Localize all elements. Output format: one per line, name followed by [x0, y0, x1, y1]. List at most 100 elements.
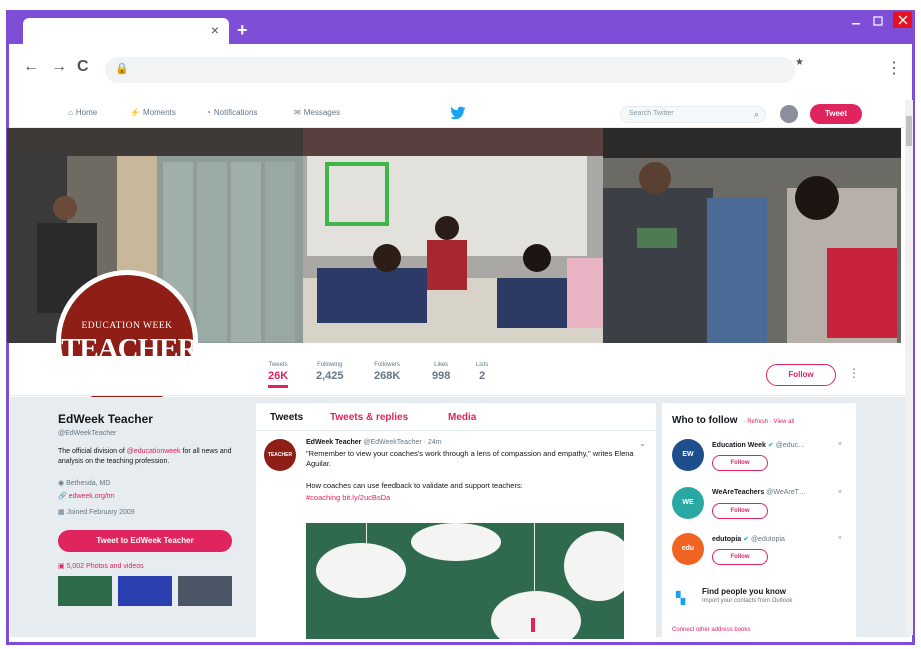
find-people-subtitle: Import your contacts from Outlook [702, 598, 793, 604]
stat-tweets-label: Tweets [268, 362, 288, 368]
tweet-button[interactable]: Tweet [810, 104, 862, 124]
forward-icon[interactable]: → [51, 58, 67, 76]
tab-tweets[interactable]: Tweets [270, 412, 303, 423]
nav-home[interactable]: ⌂ Home [68, 108, 97, 117]
calendar-icon: ▦ [58, 509, 67, 516]
verified-icon: ✔ [767, 442, 774, 449]
bio-mention-link[interactable]: @educationweek [127, 448, 181, 455]
more-options-icon[interactable]: ⋮ [848, 366, 860, 380]
profile-joined: ▦ Joined February 2009 [58, 508, 248, 516]
logo-line1: EDUCATION WEEK [81, 321, 173, 331]
connect-address-books-link[interactable]: Connect other address books [672, 627, 750, 633]
nav-notifications[interactable]: ◔ Notifications [206, 108, 257, 117]
dismiss-icon[interactable]: × [838, 441, 842, 448]
tweet-avatar[interactable]: TEACHER [264, 439, 296, 471]
suggestion-avatar[interactable]: WE [672, 487, 704, 519]
suggestion-name-text[interactable]: WeAreTeachers [712, 489, 764, 496]
tweet-text-2: How coaches can use feedback to validate… [306, 481, 523, 490]
media-thumbnails [58, 576, 248, 606]
suggestion-name: edutopia ✔ @edutopia [712, 535, 785, 543]
stat-lists[interactable]: Lists 2 [476, 362, 488, 382]
suggestion-name-text[interactable]: Education Week [712, 442, 766, 449]
speech-bubble [491, 591, 581, 639]
account-avatar[interactable] [780, 105, 798, 123]
location-icon: ◉ [58, 480, 67, 487]
follow-button[interactable]: Follow [766, 364, 836, 386]
tab-media[interactable]: Media [448, 412, 476, 423]
photos-videos-label: 5,002 Photos and videos [66, 563, 144, 570]
follow-suggestion[interactable]: WE WeAreTeachers @WeAreT… Follow × [672, 487, 852, 527]
tweet-text: "Remember to view your coaches's work th… [306, 449, 634, 468]
twitter-nav-bar: ⌂ Home ⚡ Moments ◔ Notifications ✉ Messages … [10, 100, 910, 128]
media-thumbnail[interactable] [58, 576, 112, 606]
stat-followers-label: Followers [374, 362, 400, 368]
tweet-menu-chevron-icon[interactable]: ⌄ [639, 439, 646, 448]
media-thumbnail[interactable] [178, 576, 232, 606]
profile-stats-bar: Tweets 26K Following 2,425 Followers 268… [10, 356, 910, 396]
back-icon[interactable]: ← [23, 58, 39, 76]
minimize-icon[interactable] [849, 14, 863, 26]
profile-name[interactable]: EdWeek Teacher [58, 412, 248, 426]
address-bar[interactable]: 🔒 [105, 57, 795, 83]
suggestion-avatar[interactable]: edu [672, 533, 704, 565]
nav-messages[interactable]: ✉ Messages [294, 108, 340, 117]
stat-followers[interactable]: Followers 268K [374, 362, 400, 382]
maximize-icon[interactable] [871, 14, 885, 26]
nav-messages-label: Messages [303, 108, 341, 117]
tweet-body: EdWeek Teacher @EdWeekTeacher · 24m "Rem… [306, 439, 636, 502]
nav-moments-label: Moments [142, 108, 176, 117]
lock-icon: 🔒 [115, 63, 129, 75]
suggestion-follow-button[interactable]: Follow [712, 455, 768, 471]
follow-suggestion[interactable]: edu edutopia ✔ @edutopia Follow × [672, 533, 852, 573]
twitter-bird-icon[interactable] [450, 106, 466, 123]
stat-tweets-value: 26K [268, 370, 289, 382]
suggestion-name-text[interactable]: edutopia [712, 536, 741, 543]
refresh-view-all-link[interactable]: · Refresh · View all [744, 419, 795, 425]
nav-moments[interactable]: ⚡ Moments [130, 108, 176, 117]
page-scrollbar[interactable] [905, 100, 913, 635]
tweet-author[interactable]: EdWeek Teacher [306, 439, 361, 446]
scrollbar-thumb[interactable] [906, 116, 912, 146]
stat-likes[interactable]: Likes 998 [432, 362, 450, 382]
bio-prefix: The official division of [58, 448, 127, 455]
follow-suggestion[interactable]: EW Education Week ✔ @educ… Follow × [672, 439, 852, 479]
profile-website[interactable]: 🔗 edweek.org/tm [58, 492, 248, 500]
website-link[interactable]: edweek.org/tm [69, 493, 115, 500]
reload-icon[interactable]: C [77, 58, 89, 76]
nav-home-label: Home [75, 108, 98, 117]
joined-text: Joined February 2009 [66, 509, 135, 516]
stat-tweets[interactable]: Tweets 26K [268, 362, 289, 388]
stat-following-value: 2,425 [316, 370, 344, 382]
suggestion-follow-button[interactable]: Follow [712, 503, 768, 519]
exclamation-mark [531, 618, 535, 632]
browser-tab[interactable]: × [23, 18, 229, 44]
contacts-icon: ▚ [676, 591, 686, 605]
stat-following[interactable]: Following 2,425 [316, 362, 344, 382]
suggestion-follow-button[interactable]: Follow [712, 549, 768, 565]
speech-bubble [411, 523, 501, 561]
tweet-to-button[interactable]: Tweet to EdWeek Teacher [58, 530, 232, 552]
suggestion-avatar[interactable]: EW [672, 439, 704, 471]
tab-tweets-replies[interactable]: Tweets & replies [330, 412, 408, 423]
location-text: Bethesda, MD [66, 480, 111, 487]
tweet-media-image[interactable] [306, 523, 624, 639]
browser-toolbar: ← → C 🔒 ⋮ [9, 44, 912, 96]
profile-bio: The official division of @educationweek … [58, 447, 233, 467]
find-people-title[interactable]: Find people you know [702, 587, 786, 596]
search-icon[interactable]: ⌕ [754, 109, 759, 120]
stat-following-label: Following [317, 362, 343, 368]
dismiss-icon[interactable]: × [838, 489, 842, 496]
photos-videos-link[interactable]: ▣ 5,002 Photos and videos [58, 562, 248, 570]
find-people[interactable]: ▚ Find people you know Import your conta… [672, 585, 852, 615]
close-tab-icon[interactable]: × [211, 22, 219, 38]
search-input[interactable]: Search Twitter ⌕ [620, 106, 766, 123]
bookmark-star-icon[interactable]: ★ [795, 57, 804, 68]
bell-icon: ◔ [206, 108, 211, 117]
profile-handle[interactable]: @EdWeekTeacher [58, 430, 248, 437]
browser-menu-icon[interactable]: ⋮ [886, 58, 902, 78]
dismiss-icon[interactable]: × [838, 535, 842, 542]
new-tab-button[interactable]: + [237, 20, 248, 41]
close-window-icon[interactable] [893, 12, 912, 28]
tweet-hashtags-link[interactable]: #coaching bit.ly/2ucBsDa [306, 493, 636, 502]
media-thumbnail[interactable] [118, 576, 172, 606]
